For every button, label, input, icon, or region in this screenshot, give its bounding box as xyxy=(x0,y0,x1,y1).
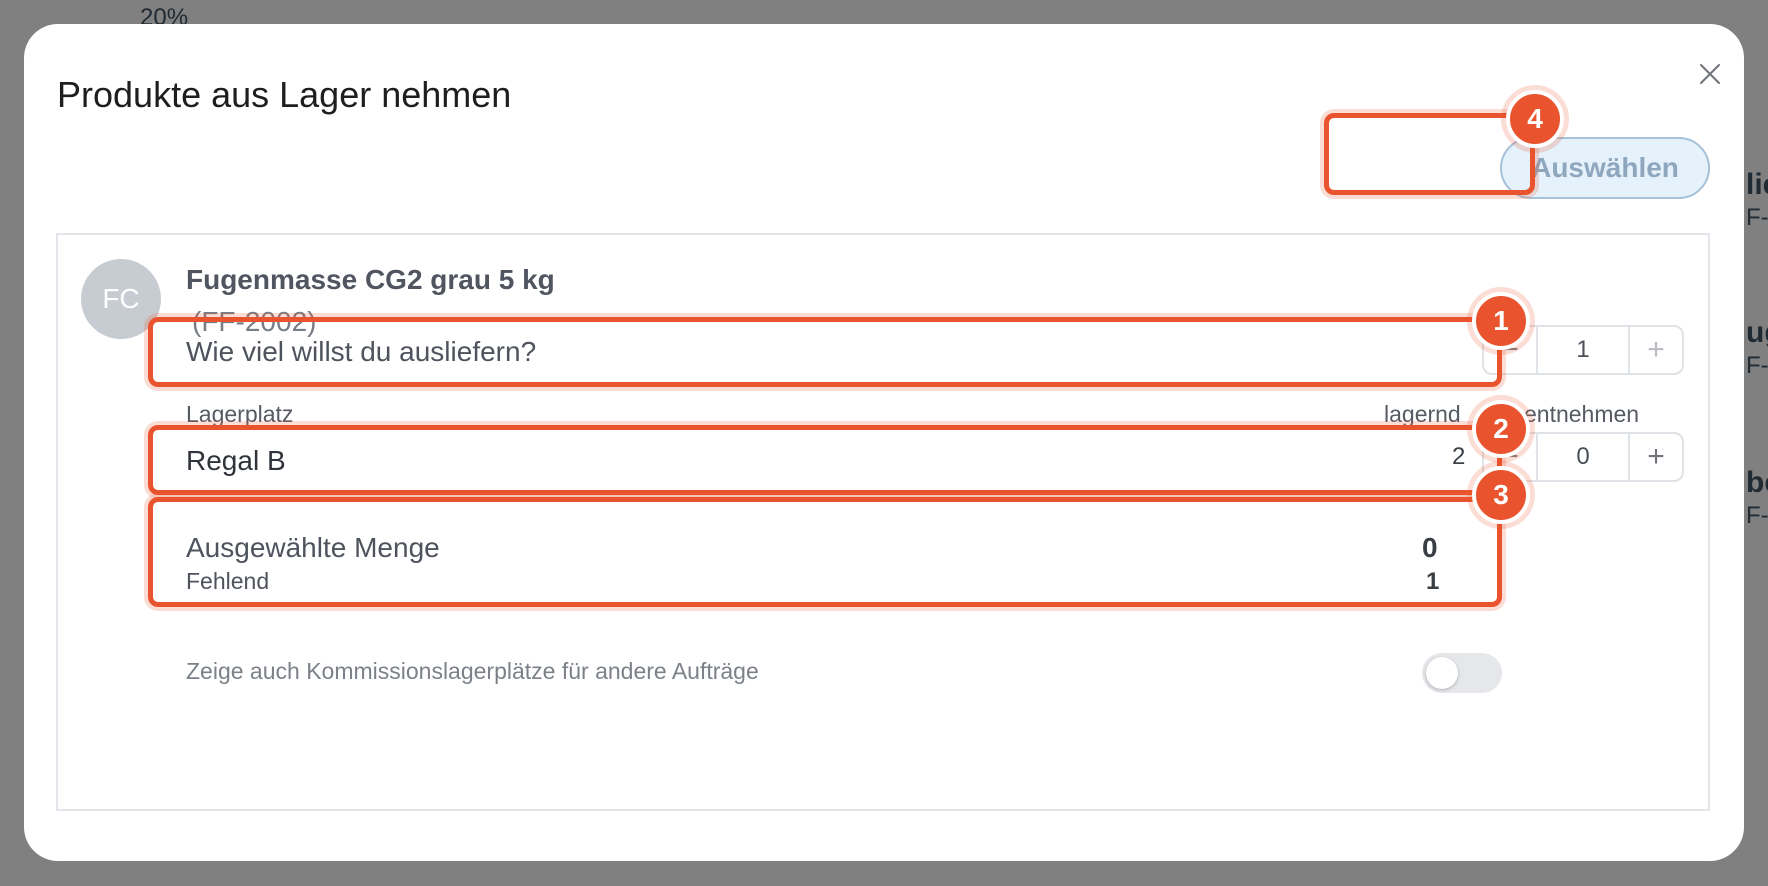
quantity-increment-button[interactable]: + xyxy=(1628,327,1682,373)
product-name: Fugenmasse CG2 grau 5 kg xyxy=(186,264,555,295)
quantity-question: Wie viel willst du ausliefern? xyxy=(186,336,537,367)
background-fragment: F- xyxy=(1746,352,1768,379)
close-button[interactable] xyxy=(1690,54,1730,94)
take-from-stock-dialog: Produkte aus Lager nehmen Auswählen FC F… xyxy=(24,24,1744,861)
dialog-title: Produkte aus Lager nehmen xyxy=(57,74,512,115)
selected-quantity-label: Ausgewählte Menge xyxy=(186,532,440,563)
commission-toggle[interactable] xyxy=(1422,653,1502,693)
close-icon xyxy=(1700,64,1720,84)
background-fragment: be xyxy=(1746,466,1768,499)
take-increment-button[interactable]: + xyxy=(1628,434,1682,480)
callout-badge-3: 3 xyxy=(1472,466,1530,524)
column-header-location: Lagerplatz xyxy=(186,401,294,427)
column-header-take: entnehmen xyxy=(1524,401,1640,427)
selected-quantity-value: 0 xyxy=(1422,532,1438,563)
location-name: Regal B xyxy=(186,445,286,476)
background-fragment: ug xyxy=(1746,316,1768,349)
quantity-value[interactable]: 1 xyxy=(1538,327,1628,373)
avatar: FC xyxy=(81,259,161,339)
product-sku: (FF-2002) xyxy=(192,306,317,337)
callout-badge-2: 2 xyxy=(1472,400,1530,458)
callout-badge-1: 1 xyxy=(1472,292,1530,350)
location-stock: 2 xyxy=(1452,443,1466,470)
background-fragment: F- xyxy=(1746,502,1768,529)
callout-badge-4: 4 xyxy=(1506,90,1564,148)
take-value[interactable]: 0 xyxy=(1538,434,1628,480)
missing-label: Fehlend xyxy=(186,568,270,594)
missing-value: 1 xyxy=(1426,568,1440,595)
column-header-stock: lagernd xyxy=(1384,401,1461,427)
background-fragment: lie xyxy=(1746,168,1768,201)
commission-toggle-label: Zeige auch Kommissionslagerplätze für an… xyxy=(186,658,759,684)
background-fragment: F- xyxy=(1746,204,1768,231)
toggle-knob xyxy=(1426,657,1458,689)
